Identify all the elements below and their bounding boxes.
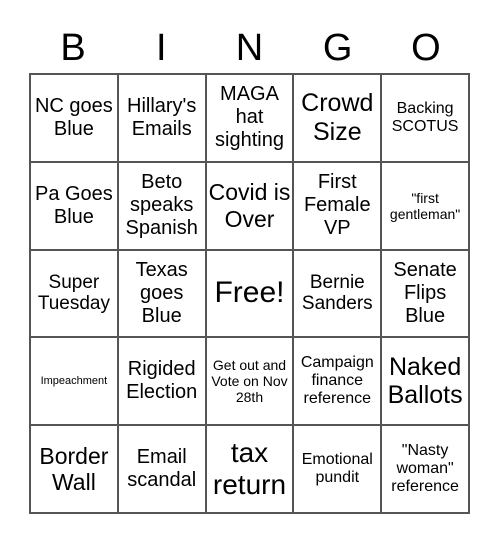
- bingo-cell[interactable]: Get out and Vote on Nov 28th: [205, 337, 294, 426]
- bingo-cell[interactable]: Texas goes Blue: [117, 249, 206, 338]
- header-letter-i: I: [156, 27, 167, 69]
- bingo-cell[interactable]: Bernie Sanders: [293, 249, 382, 338]
- bingo-cell[interactable]: Backing SCOTUS: [381, 74, 469, 162]
- bingo-cell[interactable]: Rigided Election: [117, 337, 206, 426]
- bingo-cell[interactable]: Covid is Over: [205, 161, 294, 250]
- bingo-cell[interactable]: Emotional pundit: [293, 425, 382, 513]
- bingo-cell[interactable]: "Nasty woman" reference: [381, 425, 469, 513]
- header-letter-g: G: [322, 27, 353, 69]
- bingo-cell[interactable]: Impeachment: [30, 337, 118, 426]
- bingo-cell[interactable]: Hillary's Emails: [117, 74, 206, 162]
- bingo-header: B I N G O: [29, 22, 470, 74]
- bingo-cell[interactable]: Pa Goes Blue: [30, 161, 118, 250]
- bingo-cell[interactable]: Beto speaks Spanish: [117, 161, 206, 250]
- bingo-cell[interactable]: NC goes Blue: [30, 74, 118, 162]
- bingo-cell[interactable]: Email scandal: [117, 425, 206, 513]
- bingo-cell[interactable]: Senate Flips Blue: [381, 249, 469, 338]
- header-letter-n: N: [235, 27, 264, 69]
- bingo-cell[interactable]: First Female VP: [293, 161, 382, 250]
- header-letter-o: O: [411, 27, 441, 69]
- bingo-cell[interactable]: MAGA hat sighting: [205, 74, 294, 162]
- bingo-grid: NC goes Blue Hillary's Emails MAGA hat s…: [29, 73, 470, 514]
- bingo-cell[interactable]: Naked Ballots: [381, 337, 469, 426]
- bingo-cell[interactable]: tax return: [205, 425, 294, 513]
- bingo-cell[interactable]: Campaign finance reference: [293, 337, 382, 426]
- bingo-cell[interactable]: "first gentleman": [381, 161, 469, 250]
- bingo-cell[interactable]: Crowd Size: [293, 74, 382, 162]
- bingo-cell[interactable]: Border Wall: [30, 425, 118, 513]
- bingo-cell[interactable]: Super Tuesday: [30, 249, 118, 338]
- free-space-cell[interactable]: Free!: [205, 249, 294, 338]
- header-letter-b: B: [60, 27, 86, 69]
